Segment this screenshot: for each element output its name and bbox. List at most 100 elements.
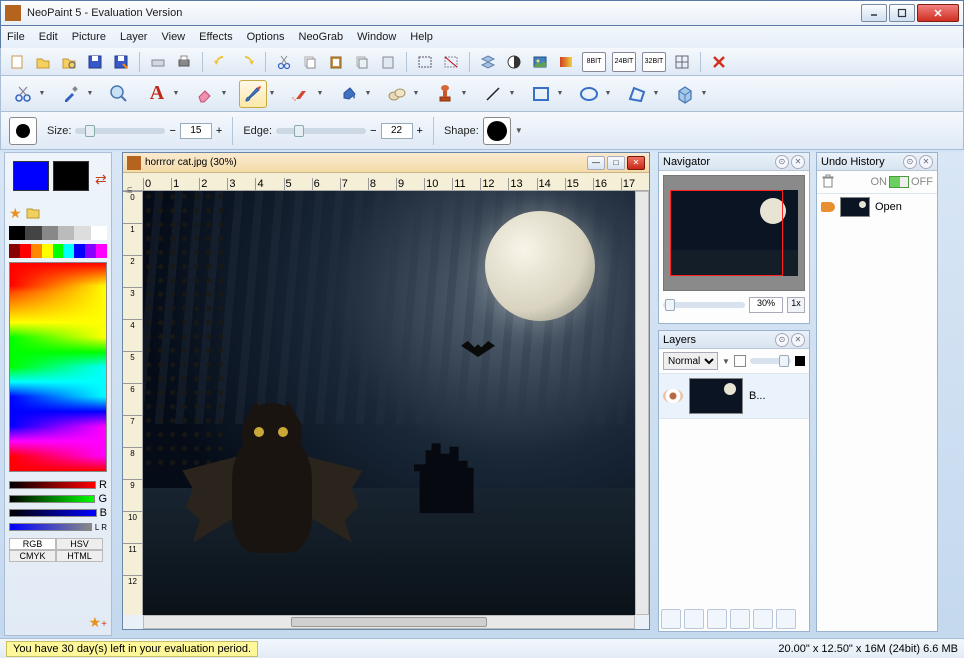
palette-strip-colors[interactable] [9,244,107,258]
r-slider[interactable] [9,481,96,489]
stamp-tool[interactable] [431,80,459,108]
line-dropdown[interactable]: ▼ [507,80,517,108]
polygon-dropdown[interactable]: ▼ [651,80,661,108]
menu-layer[interactable]: Layer [120,31,148,43]
fill-tool[interactable] [335,80,363,108]
maximize-button[interactable] [889,4,915,22]
undo-icon[interactable] [211,52,231,72]
clone-dropdown[interactable]: ▼ [411,80,421,108]
edge-plus[interactable]: + [417,125,423,137]
3d-dropdown[interactable]: ▼ [699,80,709,108]
save-icon[interactable] [85,52,105,72]
menu-neograb[interactable]: NeoGrab [299,31,344,43]
shape-selector[interactable] [483,117,511,145]
blend-dropdown-icon[interactable]: ▼ [722,357,730,366]
selection-icon[interactable] [415,52,435,72]
background-color[interactable] [53,161,89,191]
paste-new-icon[interactable] [378,52,398,72]
mixer-slider[interactable] [9,523,92,531]
eraser-tool[interactable] [191,80,219,108]
clone-tool[interactable] [383,80,411,108]
mode-html[interactable]: HTML [56,550,103,562]
paste-icon[interactable] [326,52,346,72]
gradient-map-icon[interactable] [556,52,576,72]
palette-add-star-icon[interactable]: ★+ [89,614,107,631]
layer-item[interactable]: B... [659,374,809,419]
picture-icon[interactable] [530,52,550,72]
palette-star-icon[interactable]: ★ [9,205,22,222]
navigator-pin-icon[interactable]: ⊙ [775,155,789,169]
scissors-dropdown[interactable]: ▼ [37,80,47,108]
text-dropdown[interactable]: ▼ [171,80,181,108]
duplicate-layer-button[interactable] [684,609,704,629]
undo-pin-icon[interactable]: ⊙ [903,155,917,169]
airbrush-dropdown[interactable]: ▼ [315,80,325,108]
ellipse-tool[interactable] [575,80,603,108]
new-icon[interactable] [7,52,27,72]
8bit-icon[interactable]: 8BIT [582,52,606,72]
shape-dropdown[interactable]: ▼ [515,126,523,135]
canvas-maximize-button[interactable]: □ [607,156,625,170]
eraser-dropdown[interactable]: ▼ [219,80,229,108]
b-slider[interactable] [9,509,97,517]
size-minus[interactable]: − [169,125,175,137]
copy-merged-icon[interactable] [352,52,372,72]
brush-preview[interactable] [9,117,37,145]
layer-down-button[interactable] [730,609,750,629]
layers-pin-icon[interactable]: ⊙ [775,333,789,347]
mode-cmyk[interactable]: CMYK [9,550,56,562]
canvas-scrollbar-vertical[interactable] [635,191,649,615]
text-tool[interactable]: A [143,80,171,108]
size-value[interactable] [180,123,212,139]
menu-help[interactable]: Help [410,31,433,43]
size-plus[interactable]: + [216,125,222,137]
navigator-zoom-slider[interactable] [663,302,745,308]
mode-hsv[interactable]: HSV [56,538,103,550]
ruler-vertical[interactable]: 0123456789101112 [123,191,143,615]
canvas-minimize-button[interactable]: — [587,156,605,170]
cut-icon[interactable] [274,52,294,72]
navigator-preview[interactable] [663,175,805,291]
canvas-scrollbar-horizontal[interactable] [143,615,635,629]
palette-strip-grays[interactable] [9,226,107,240]
open-icon[interactable] [33,52,53,72]
delete-layer-button[interactable] [776,609,796,629]
save-as-icon[interactable] [111,52,131,72]
new-layer-button[interactable] [661,609,681,629]
paintbrush-dropdown[interactable]: ▼ [267,80,277,108]
navigator-zoom-value[interactable]: 30% [749,297,783,313]
scissors-tool[interactable] [9,80,37,108]
undo-close-icon[interactable]: ✕ [919,155,933,169]
layer-lock-checkbox[interactable] [734,355,746,367]
navigator-reset-button[interactable]: 1x [787,297,805,313]
copy-icon[interactable] [300,52,320,72]
line-tool[interactable] [479,80,507,108]
scanner-icon[interactable] [148,52,168,72]
menu-edit[interactable]: Edit [39,31,58,43]
rectangle-dropdown[interactable]: ▼ [555,80,565,108]
layer-up-button[interactable] [707,609,727,629]
eyedropper-tool[interactable] [57,80,85,108]
menu-effects[interactable]: Effects [199,31,232,43]
trash-icon[interactable] [821,174,837,190]
3d-tool[interactable] [671,80,699,108]
stamp-dropdown[interactable]: ▼ [459,80,469,108]
menu-view[interactable]: View [161,31,185,43]
print-icon[interactable] [174,52,194,72]
delete-icon[interactable] [709,52,729,72]
color-picker-gradient[interactable] [9,262,107,472]
paintbrush-tool[interactable] [239,80,267,108]
redo-icon[interactable] [237,52,257,72]
canvas-area[interactable] [143,191,635,615]
32bit-icon[interactable]: 32BIT [642,52,666,72]
ruler-horizontal[interactable]: 01234567891011121314151617 [123,173,649,191]
merge-layer-button[interactable] [753,609,773,629]
edge-value[interactable] [381,123,413,139]
navigator-close-icon[interactable]: ✕ [791,155,805,169]
blend-mode-select[interactable]: Normal [663,352,718,370]
browse-icon[interactable] [59,52,79,72]
layer-visibility-icon[interactable] [663,389,683,403]
g-slider[interactable] [9,495,95,503]
rectangle-tool[interactable] [527,80,555,108]
undo-item[interactable]: Open [817,194,937,220]
